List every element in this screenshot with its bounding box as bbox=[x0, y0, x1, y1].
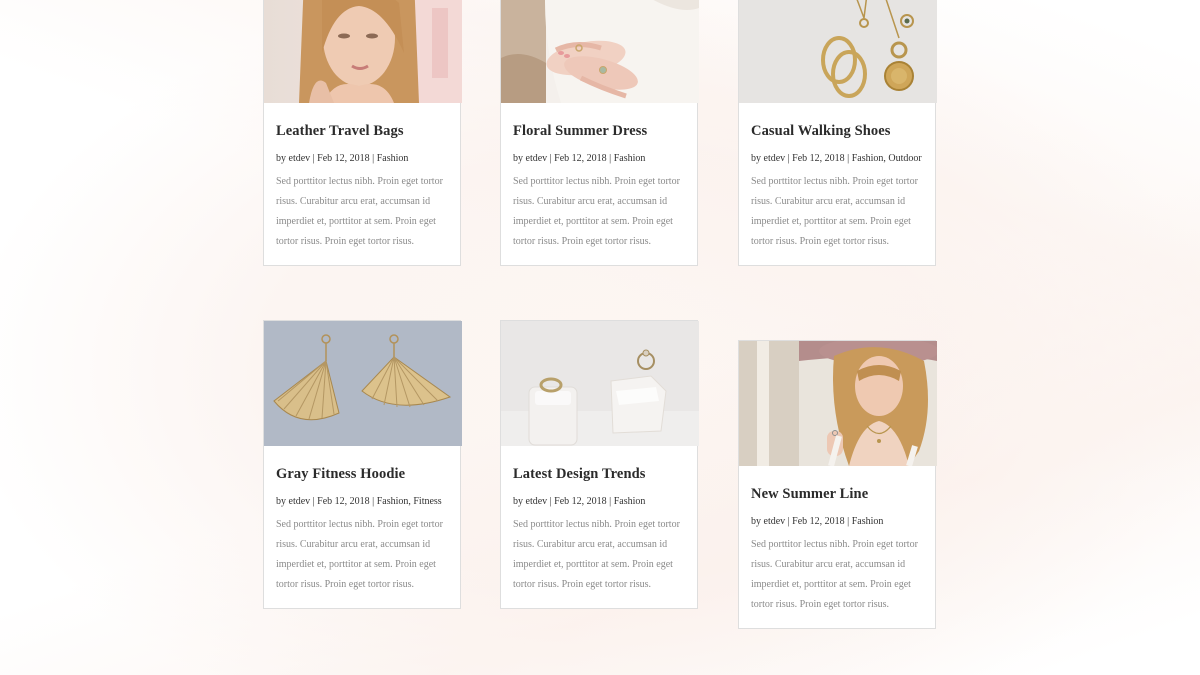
post-image-link[interactable] bbox=[739, 341, 937, 466]
blog-post-card: Latest Design Trends by etdev | Feb 12, … bbox=[500, 320, 699, 609]
meta-separator: | bbox=[312, 153, 315, 164]
category-link[interactable]: Fashion bbox=[614, 153, 646, 164]
category-link[interactable]: Fashion, Fitness bbox=[377, 496, 442, 507]
blog-post-card: New Summer Line by etdev | Feb 12, 2018 … bbox=[738, 340, 937, 629]
post-meta: by etdev | Feb 12, 2018 | Fashion, Fitne… bbox=[276, 492, 448, 512]
category-link[interactable]: Fashion, Outdoor bbox=[852, 153, 922, 164]
post-title[interactable]: Latest Design Trends bbox=[513, 465, 685, 483]
post-title[interactable]: Gray Fitness Hoodie bbox=[276, 465, 448, 483]
rings-on-stands-photo bbox=[501, 321, 699, 446]
post-meta: by etdev | Feb 12, 2018 | Fashion bbox=[276, 149, 448, 169]
post-date: Feb 12, 2018 bbox=[554, 153, 607, 164]
category-link[interactable]: Fashion bbox=[377, 153, 409, 164]
post-date: Feb 12, 2018 bbox=[792, 153, 845, 164]
post-date: Feb 12, 2018 bbox=[317, 496, 370, 507]
meta-by: by bbox=[751, 153, 761, 164]
post-title[interactable]: Casual Walking Shoes bbox=[751, 122, 923, 140]
meta-separator: | bbox=[549, 153, 552, 164]
fan-earrings-photo bbox=[264, 321, 462, 446]
post-excerpt: Sed porttitor lectus nibh. Proin eget to… bbox=[751, 539, 918, 610]
post-image-link[interactable] bbox=[501, 0, 699, 103]
meta-separator: | bbox=[787, 516, 790, 527]
post-title[interactable]: Floral Summer Dress bbox=[513, 122, 685, 140]
woman-hat-photo bbox=[739, 341, 937, 466]
author-link[interactable]: etdev bbox=[764, 153, 786, 164]
meta-separator: | bbox=[372, 496, 375, 507]
blog-post-card: Casual Walking Shoes by etdev | Feb 12, … bbox=[738, 0, 937, 266]
blog-post-card: Gray Fitness Hoodie by etdev | Feb 12, 2… bbox=[263, 320, 462, 609]
meta-by: by bbox=[513, 153, 523, 164]
post-image-link[interactable] bbox=[739, 0, 937, 103]
post-excerpt: Sed porttitor lectus nibh. Proin eget to… bbox=[276, 519, 443, 590]
post-excerpt: Sed porttitor lectus nibh. Proin eget to… bbox=[751, 176, 918, 247]
post-title[interactable]: New Summer Line bbox=[751, 485, 923, 503]
post-excerpt: Sed porttitor lectus nibh. Proin eget to… bbox=[276, 176, 443, 247]
author-link[interactable]: etdev bbox=[289, 153, 311, 164]
post-date: Feb 12, 2018 bbox=[792, 516, 845, 527]
post-image-link[interactable] bbox=[264, 321, 462, 446]
post-title[interactable]: Leather Travel Bags bbox=[276, 122, 448, 140]
author-link[interactable]: etdev bbox=[526, 496, 548, 507]
gold-jewelry-photo bbox=[739, 0, 937, 103]
post-meta: by etdev | Feb 12, 2018 | Fashion bbox=[751, 512, 923, 532]
post-image-link[interactable] bbox=[501, 321, 699, 446]
meta-separator: | bbox=[847, 153, 850, 164]
meta-separator: | bbox=[609, 153, 612, 164]
meta-separator: | bbox=[847, 516, 850, 527]
meta-separator: | bbox=[372, 153, 375, 164]
category-link[interactable]: Fashion bbox=[614, 496, 646, 507]
meta-by: by bbox=[276, 153, 286, 164]
meta-by: by bbox=[513, 496, 523, 507]
author-link[interactable]: etdev bbox=[289, 496, 311, 507]
meta-separator: | bbox=[609, 496, 612, 507]
hands-rings-photo bbox=[501, 0, 699, 103]
meta-separator: | bbox=[787, 153, 790, 164]
woman-portrait-photo bbox=[264, 0, 462, 103]
post-meta: by etdev | Feb 12, 2018 | Fashion, Outdo… bbox=[751, 149, 923, 169]
post-excerpt: Sed porttitor lectus nibh. Proin eget to… bbox=[513, 519, 680, 590]
author-link[interactable]: etdev bbox=[526, 153, 548, 164]
meta-by: by bbox=[751, 516, 761, 527]
blog-post-card: Leather Travel Bags by etdev | Feb 12, 2… bbox=[263, 0, 462, 266]
post-excerpt: Sed porttitor lectus nibh. Proin eget to… bbox=[513, 176, 680, 247]
meta-by: by bbox=[276, 496, 286, 507]
post-meta: by etdev | Feb 12, 2018 | Fashion bbox=[513, 149, 685, 169]
category-link[interactable]: Fashion bbox=[852, 516, 884, 527]
meta-separator: | bbox=[549, 496, 552, 507]
blog-post-card: Floral Summer Dress by etdev | Feb 12, 2… bbox=[500, 0, 699, 266]
post-meta: by etdev | Feb 12, 2018 | Fashion bbox=[513, 492, 685, 512]
post-date: Feb 12, 2018 bbox=[554, 496, 607, 507]
post-image-link[interactable] bbox=[264, 0, 462, 103]
author-link[interactable]: etdev bbox=[764, 516, 786, 527]
post-date: Feb 12, 2018 bbox=[317, 153, 370, 164]
meta-separator: | bbox=[312, 496, 315, 507]
